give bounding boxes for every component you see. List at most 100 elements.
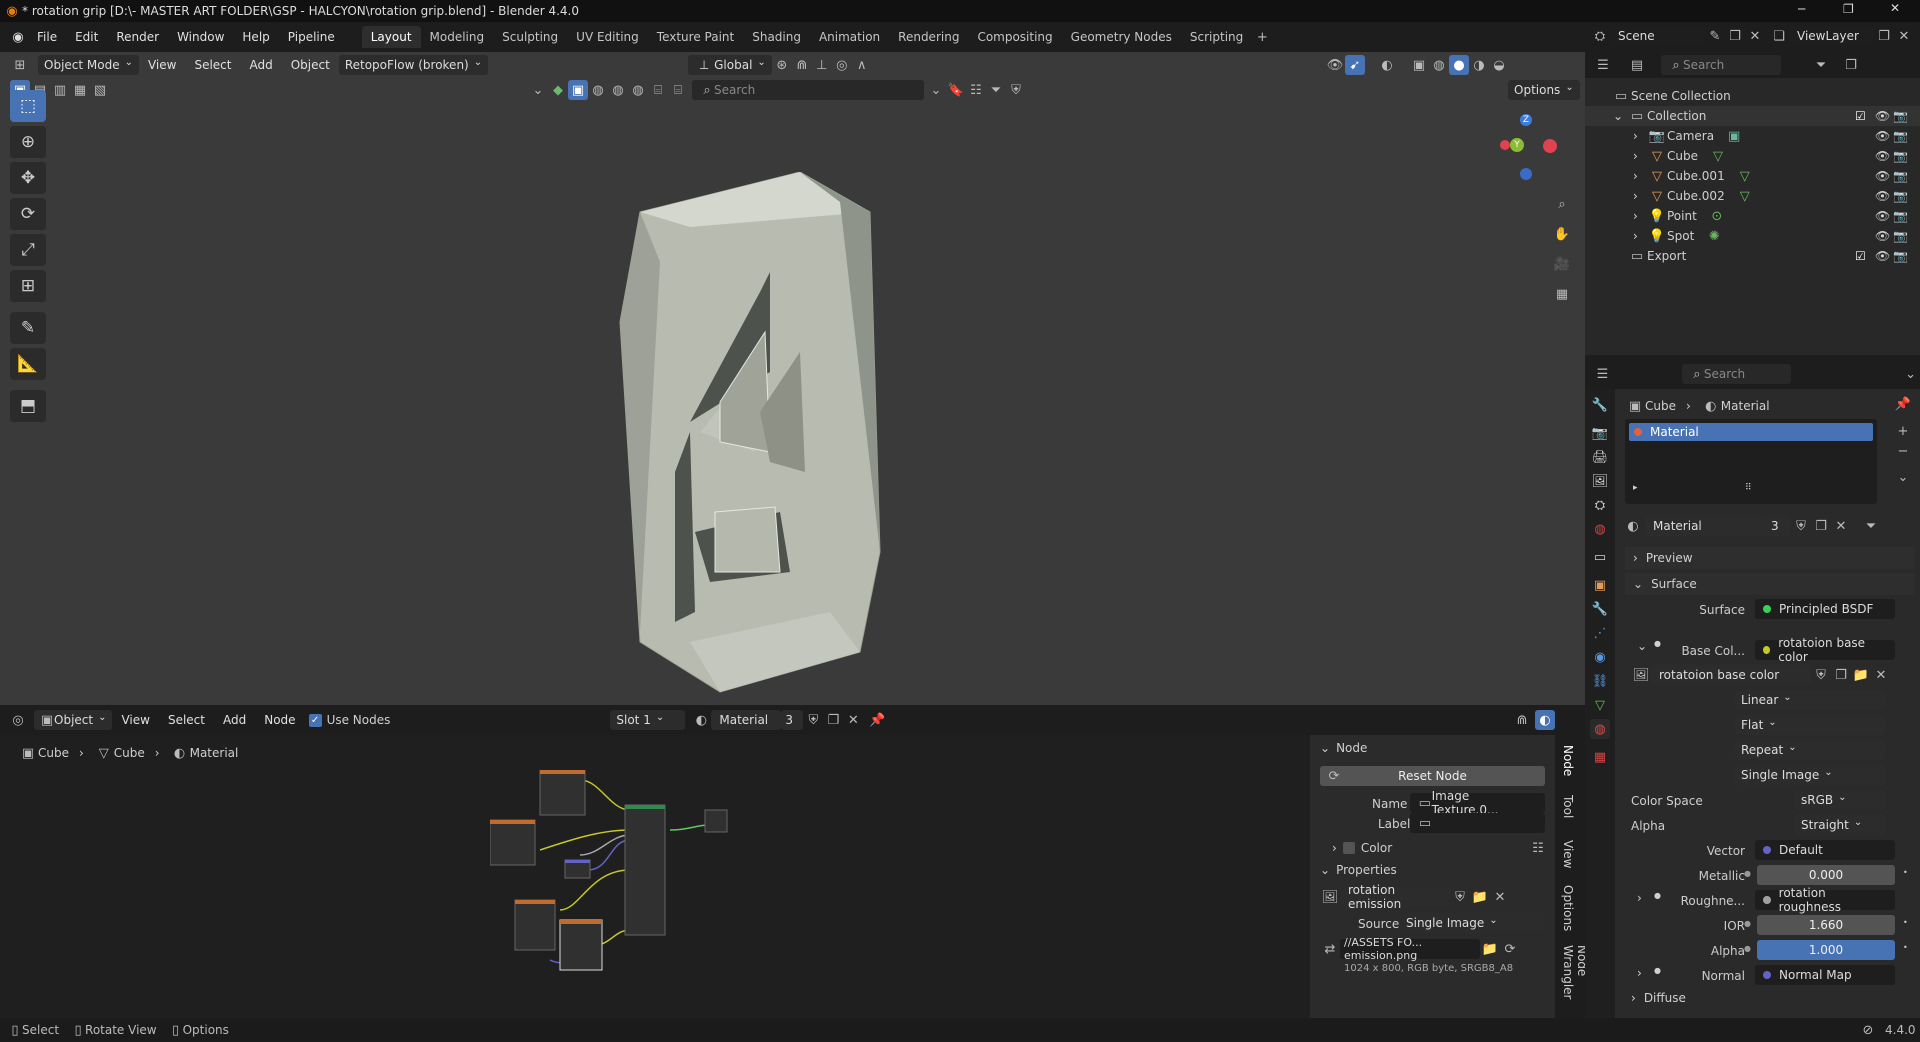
particles-tab-icon[interactable]: ⋰: [1590, 623, 1610, 643]
tab-modeling[interactable]: Modeling: [421, 26, 494, 48]
image-source-dropdown[interactable]: Single Image: [1735, 765, 1885, 785]
fake-user-icon-2[interactable]: ⛨: [1791, 516, 1811, 536]
tab-compositing[interactable]: Compositing: [968, 26, 1061, 48]
add-slot-icon[interactable]: +: [1893, 421, 1913, 441]
duplicate-icon-2[interactable]: ❐: [1811, 516, 1831, 536]
expand-list-icon[interactable]: ▸: [1633, 483, 1638, 493]
properties-options-icon[interactable]: ⌄: [1901, 364, 1920, 384]
menu-file[interactable]: File: [28, 30, 66, 44]
fake-user-icon[interactable]: ⛨: [803, 710, 823, 730]
export-collection-row[interactable]: ▭ Export ☑ 👁 📷: [1585, 246, 1920, 266]
props-material-field[interactable]: Material: [1645, 516, 1763, 536]
object-tab-icon[interactable]: ▣: [1590, 575, 1610, 595]
tab-scripting[interactable]: Scripting: [1181, 26, 1252, 48]
properties-search[interactable]: ⌕ Search: [1681, 364, 1792, 384]
blender-menu-icon[interactable]: ◉: [8, 27, 28, 47]
image-unlink-icon[interactable]: ✕: [1871, 665, 1891, 685]
spot-eye-icon[interactable]: 👁: [1875, 229, 1890, 243]
outliner-search[interactable]: ⌕ Search: [1661, 55, 1781, 75]
snap-icon[interactable]: ⋒: [792, 55, 812, 75]
restore-button[interactable]: ❐: [1843, 2, 1854, 16]
camera-render-icon[interactable]: 📷: [1893, 129, 1908, 143]
gizmo-z-negative[interactable]: [1520, 168, 1532, 180]
select-subtract-icon[interactable]: ▥: [50, 80, 70, 100]
tab-sculpting[interactable]: Sculpting: [493, 26, 567, 48]
color-space-dropdown[interactable]: sRGB: [1795, 790, 1885, 810]
tab-options[interactable]: Options: [1561, 885, 1575, 931]
filter-lattice-icon[interactable]: ⌸: [648, 80, 668, 100]
rotation-grip-model[interactable]: [600, 172, 900, 712]
retopoflow-menu[interactable]: RetopoFlow (broken): [338, 55, 489, 75]
gizmo-y-axis[interactable]: Y: [1510, 138, 1524, 152]
output-tab-icon[interactable]: 🖨: [1590, 447, 1610, 467]
pin-node-tree-icon[interactable]: 📌: [867, 710, 887, 730]
scene-collection-row[interactable]: ▭ Scene Collection: [1585, 86, 1920, 106]
chevron-right-icon-8[interactable]: ›: [1637, 891, 1642, 905]
ne-menu-view[interactable]: View: [112, 713, 158, 727]
move-tool[interactable]: ✥: [10, 162, 46, 194]
transform-tool[interactable]: ⊞: [10, 270, 46, 302]
image-fake-user-icon-2[interactable]: ⛨: [1811, 665, 1831, 685]
vp-menu-select[interactable]: Select: [185, 58, 240, 72]
cube-001-eye-icon[interactable]: 👁: [1875, 169, 1890, 183]
collection-eye-icon[interactable]: 👁: [1875, 109, 1890, 123]
export-eye-icon[interactable]: 👁: [1875, 249, 1890, 263]
scene-field[interactable]: Scene: [1610, 26, 1705, 46]
display-mode-icon[interactable]: ☷: [966, 80, 986, 100]
annotate-tool[interactable]: ✎: [10, 312, 46, 344]
unlink-material-icon[interactable]: ✕: [843, 710, 863, 730]
ior-field[interactable]: 1.660: [1757, 915, 1895, 935]
tab-view[interactable]: View: [1561, 840, 1575, 868]
ne-users-count[interactable]: 3: [781, 710, 804, 730]
constraints-tab-icon[interactable]: ⛓: [1590, 671, 1610, 691]
physics-tab-icon[interactable]: ◉: [1590, 647, 1610, 667]
material-tab-icon[interactable]: ◍: [1590, 719, 1610, 739]
ne-menu-add[interactable]: Add: [214, 713, 255, 727]
vector-field[interactable]: Default: [1755, 840, 1895, 860]
chevron-right-icon-9[interactable]: ›: [1637, 966, 1642, 980]
keyframe-dot-icon-2[interactable]: •: [1903, 918, 1908, 927]
node-editor-type-icon[interactable]: ◎: [8, 710, 28, 730]
orientation-dropdown[interactable]: ⟂ Global: [688, 55, 772, 75]
data-tab-icon[interactable]: ▽: [1590, 695, 1610, 715]
gizmo-x-axis[interactable]: [1543, 139, 1557, 153]
filter-curve-icon[interactable]: ◍: [608, 80, 628, 100]
outliner-item-camera[interactable]: › 📷 Camera ▣ 👁 📷: [1585, 126, 1920, 146]
new-view-layer-icon[interactable]: ❐: [1874, 26, 1894, 46]
open-image-icon[interactable]: 📁: [1470, 887, 1490, 907]
pan-hand-icon[interactable]: ✋: [1552, 224, 1572, 244]
duplicate-material-icon[interactable]: ❐: [823, 710, 843, 730]
rendered-shading-icon[interactable]: ◒: [1489, 55, 1509, 75]
list-icon[interactable]: ☷: [1528, 838, 1548, 858]
image-fake-user-icon[interactable]: ⛨: [1450, 887, 1470, 907]
collection-checkbox[interactable]: ☑: [1855, 109, 1866, 123]
remove-slot-icon[interactable]: −: [1893, 441, 1913, 461]
filter-surface-icon[interactable]: ◍: [628, 80, 648, 100]
3d-viewport[interactable]: ⊞ Object Mode View Select Add Object Ret…: [0, 52, 1585, 705]
node-canvas[interactable]: ▣ Cube › ▽ Cube › ◐ Material: [0, 735, 1310, 1030]
node-label-field[interactable]: ▭: [1410, 813, 1545, 833]
proportional-edit-icon[interactable]: ◎: [832, 55, 852, 75]
delete-view-layer-icon[interactable]: ✕: [1894, 26, 1914, 46]
minimize-button[interactable]: ─: [1798, 2, 1805, 16]
outliner-item-cube[interactable]: › ▽ Cube ▽ 👁 📷: [1585, 146, 1920, 166]
cube-001-render-icon[interactable]: 📷: [1893, 169, 1908, 183]
menu-pipeline[interactable]: Pipeline: [279, 30, 344, 44]
tab-tool[interactable]: Tool: [1561, 795, 1575, 818]
unlink-image-icon[interactable]: ✕: [1490, 887, 1510, 907]
chevron-down-icon-5[interactable]: ⌄: [1637, 639, 1647, 653]
material-browse-icon-2[interactable]: ◐: [1623, 516, 1643, 536]
node-name-field[interactable]: ▭ Image Texture.0...: [1410, 789, 1545, 817]
snap-target-icon[interactable]: ⊥: [812, 55, 832, 75]
view-layer-field[interactable]: ViewLayer: [1789, 26, 1874, 46]
export-checkbox[interactable]: ☑: [1855, 249, 1866, 263]
gizmo-x-negative[interactable]: [1500, 140, 1510, 150]
menu-edit[interactable]: Edit: [66, 30, 107, 44]
slot-dropdown[interactable]: Slot 1: [610, 710, 686, 730]
menu-render[interactable]: Render: [107, 30, 168, 44]
image-browse-icon-2[interactable]: 🖼: [1631, 665, 1651, 685]
rotate-tool[interactable]: ⟳: [10, 198, 46, 230]
point-eye-icon[interactable]: 👁: [1875, 209, 1890, 223]
cube-render-icon[interactable]: 📷: [1893, 149, 1908, 163]
image-new-icon[interactable]: ❐: [1831, 665, 1851, 685]
